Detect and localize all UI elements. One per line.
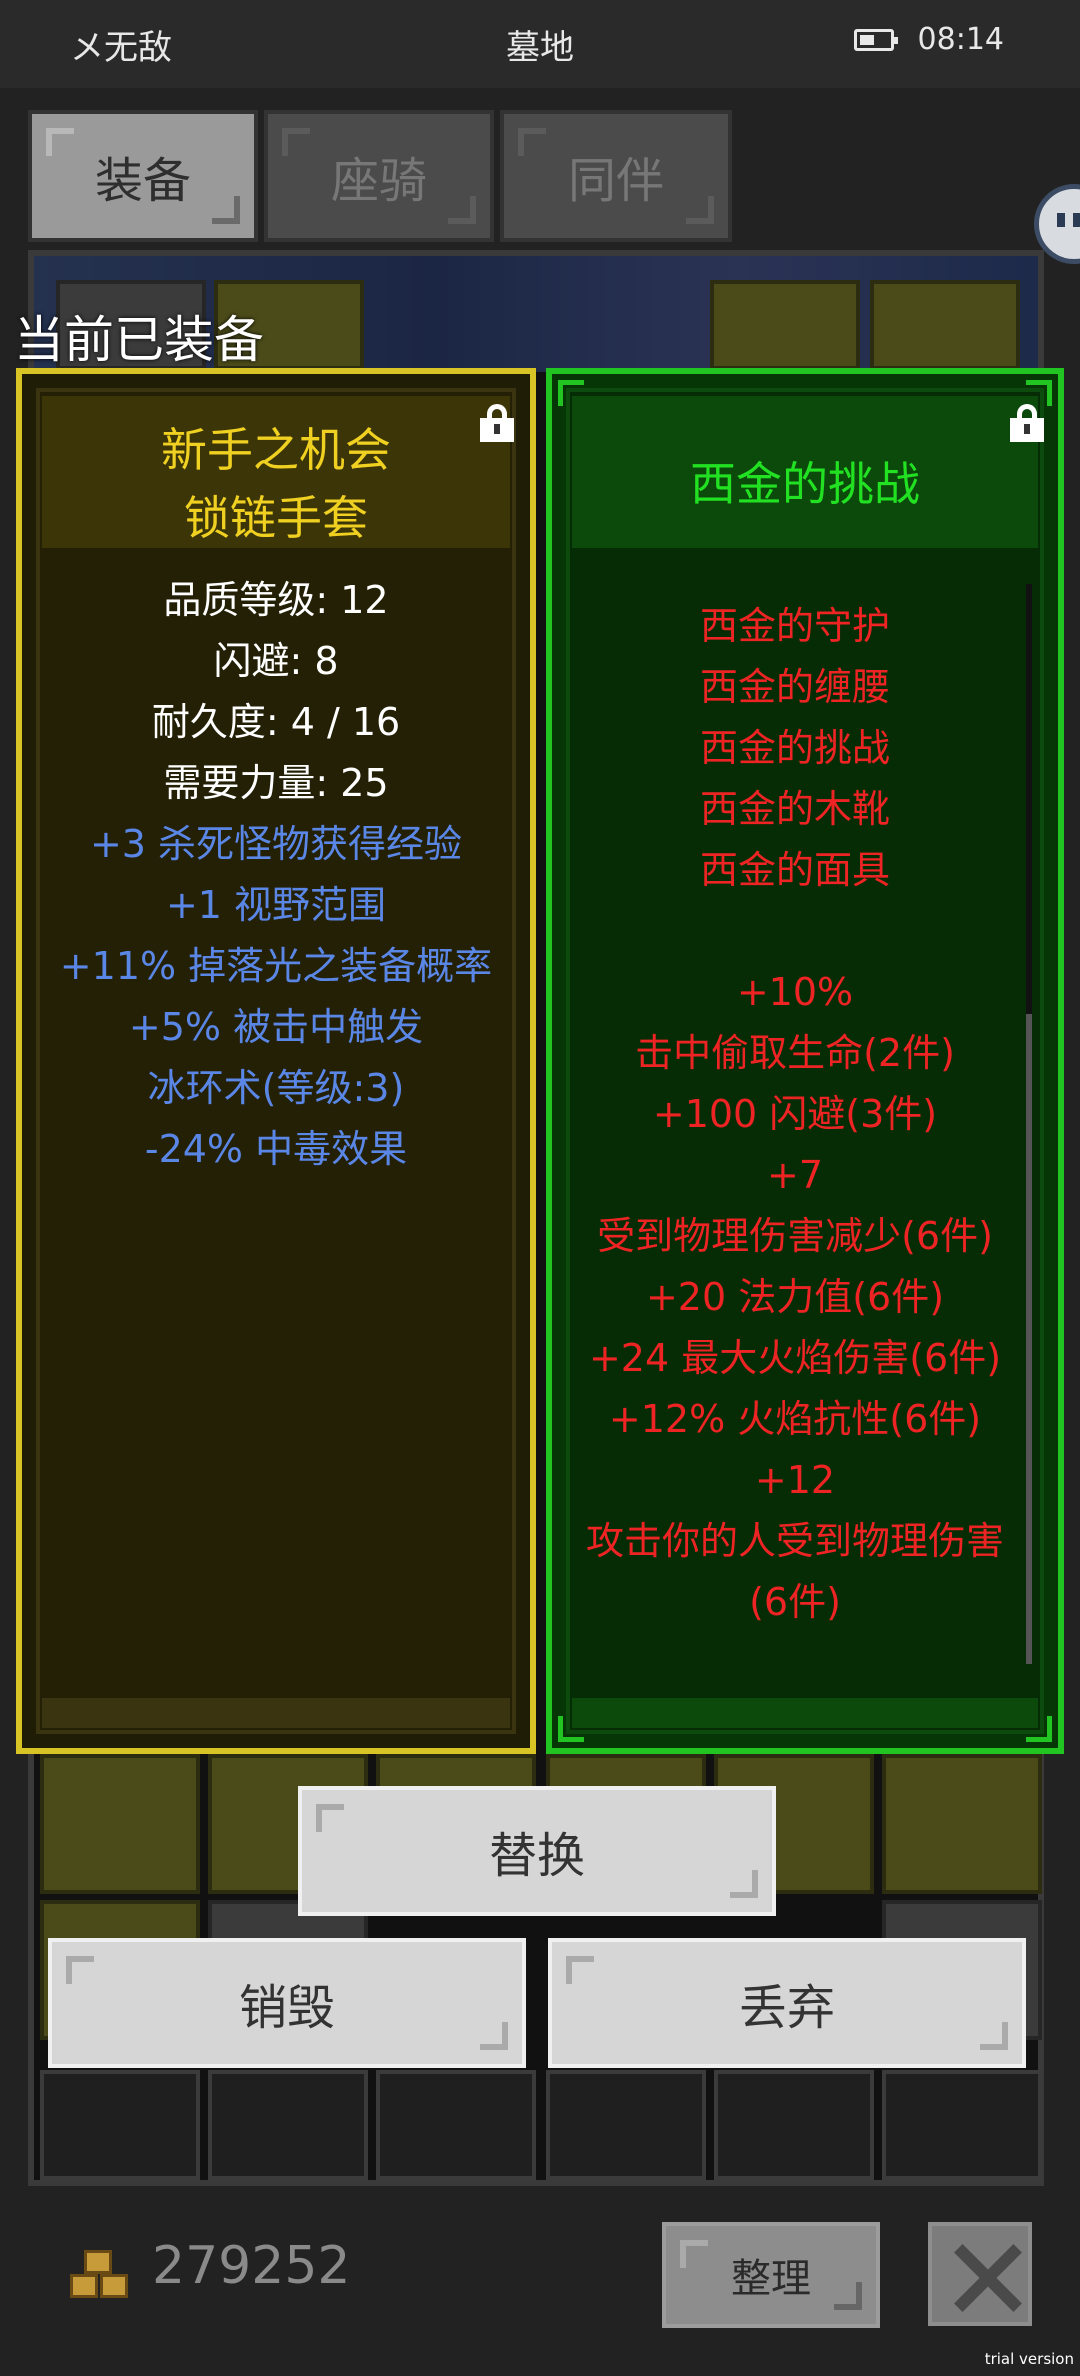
inventory-slot[interactable] — [40, 1754, 200, 1894]
inventory-slot[interactable] — [208, 2070, 368, 2180]
set-bonus: +10% — [736, 970, 854, 1014]
corner-decoration — [558, 380, 584, 406]
corner-decoration — [1026, 380, 1052, 406]
set-bonus: 受到物理伤害减少(6件) — [597, 1214, 993, 1258]
item-set-name: 新手之机会 — [161, 423, 391, 477]
set-bonus: (6件) — [749, 1580, 841, 1624]
stat-line: +5% 被击中触发 — [128, 1005, 424, 1049]
replace-button[interactable]: 替换 — [298, 1786, 776, 1916]
corner-decoration — [558, 1716, 584, 1742]
stat-line: 闪避: 8 — [213, 639, 339, 683]
inventory-slot[interactable] — [40, 2070, 200, 2180]
destroy-button[interactable]: 销毁 — [48, 1938, 526, 2068]
gold-amount: 279252 — [152, 2236, 351, 2296]
tab-companion[interactable]: 同伴 — [500, 110, 732, 242]
set-item: 西金的守护 — [699, 604, 890, 648]
set-item: 西金的挑战 — [699, 726, 890, 770]
set-bonus: +12% 火焰抗性(6件) — [608, 1397, 982, 1441]
equip-slot[interactable] — [710, 280, 860, 370]
sort-button[interactable]: 整理 — [662, 2222, 880, 2328]
stat-line: 品质等级: 12 — [163, 578, 389, 622]
tab-mount[interactable]: 座骑 — [264, 110, 494, 242]
set-bonus: 攻击你的人受到物理伤害 — [585, 1519, 1004, 1563]
battery-icon — [853, 28, 898, 51]
card-footer — [42, 1698, 510, 1728]
stat-line: 需要力量: 25 — [163, 761, 389, 805]
item-name: 西金的挑战 — [690, 457, 920, 511]
discard-button[interactable]: 丢弃 — [548, 1938, 1026, 2068]
avatar-eye-right — [1073, 213, 1080, 227]
inventory-slot[interactable] — [714, 2070, 874, 2180]
set-bonus: +24 最大火焰伤害(6件) — [588, 1336, 1002, 1380]
set-item: 西金的木靴 — [699, 787, 890, 831]
battery-level — [859, 34, 874, 45]
lock-icon[interactable] — [1010, 404, 1044, 442]
watermark: trial version — [984, 2350, 1074, 2368]
stat-line: +11% 掉落光之装备概率 — [59, 944, 493, 988]
compare-item-card: 西金的挑战 西金的守护 西金的缠腰 西金的挑战 西金的木靴 西金的面具 +10%… — [546, 368, 1064, 1754]
coin — [100, 2274, 128, 2298]
set-bonus: +100 闪避(3件) — [652, 1092, 938, 1136]
set-item: 西金的面具 — [699, 848, 890, 892]
inventory-slot[interactable] — [546, 2070, 706, 2180]
coin — [84, 2250, 112, 2274]
status-right: 08:14 — [853, 22, 1004, 57]
set-item: 西金的缠腰 — [699, 665, 890, 709]
stat-line: 冰环术(等级:3) — [147, 1066, 405, 1110]
tab-equipment[interactable]: 装备 — [28, 110, 258, 242]
close-button[interactable] — [928, 2222, 1032, 2326]
equipped-item-card: 新手之机会 锁链手套 品质等级: 12 闪避: 8 耐久度: 4 / 16 需要… — [16, 368, 536, 1754]
inventory-slot[interactable] — [882, 2070, 1042, 2180]
inventory-slot[interactable] — [376, 2070, 536, 2180]
card-footer — [572, 1698, 1038, 1728]
stat-line: +1 视野范围 — [165, 883, 387, 927]
status-bar: メ无敌 墓地 08:14 — [0, 0, 1080, 88]
stat-line: -24% 中毒效果 — [144, 1127, 408, 1171]
inventory-slot[interactable] — [882, 1754, 1042, 1894]
clock: 08:14 — [917, 22, 1004, 57]
set-details: 西金的守护 西金的缠腰 西金的挑战 西金的木靴 西金的面具 +10% 击中偷取生… — [556, 596, 1034, 1633]
set-bonus: +12 — [754, 1458, 836, 1502]
avatar-eye-left — [1057, 213, 1065, 227]
corner-decoration — [1026, 1716, 1052, 1742]
equip-slot[interactable] — [870, 280, 1020, 370]
item-name: 锁链手套 — [184, 491, 368, 545]
stat-line: +3 杀死怪物获得经验 — [89, 822, 463, 866]
equipped-label: 当前已装备 — [14, 311, 264, 369]
set-bonus: +20 法力值(6件) — [645, 1275, 945, 1319]
coin — [70, 2274, 98, 2298]
set-bonus: +7 — [766, 1153, 824, 1197]
gold-coins-icon — [70, 2250, 134, 2304]
set-bonus: 击中偷取生命(2件) — [635, 1031, 955, 1075]
item-stats: 品质等级: 12 闪避: 8 耐久度: 4 / 16 需要力量: 25 +3 杀… — [22, 570, 530, 1180]
stat-line: 耐久度: 4 / 16 — [151, 700, 401, 744]
